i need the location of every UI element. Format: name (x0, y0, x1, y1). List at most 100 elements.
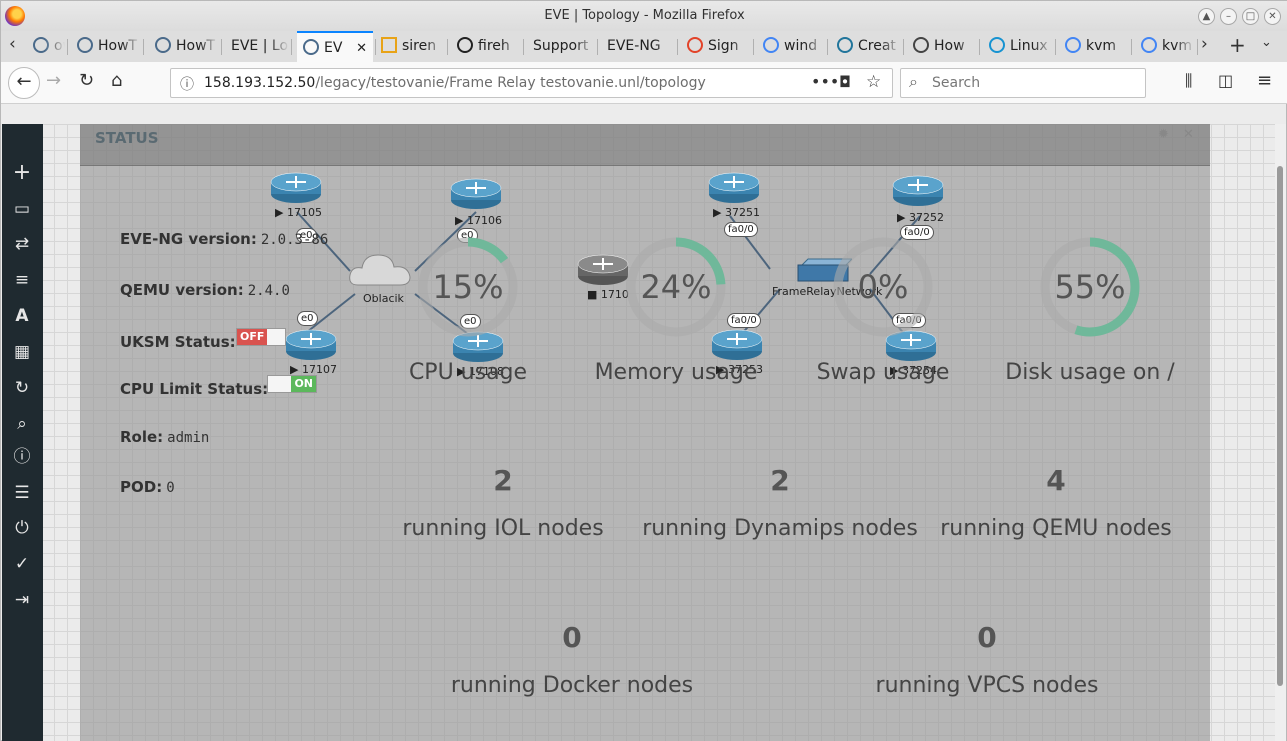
eve-sidebar: + ▭ ⇄ ≡ A ▦ ↻ ⌕ ⓘ ☰ ⏻ ✓ ⇥ (2, 124, 43, 741)
close-window-icon[interactable]: ✕ (1264, 8, 1281, 25)
pod-value: 0 (166, 480, 175, 496)
tab-12[interactable]: How (907, 31, 977, 62)
tab-separator (67, 39, 68, 55)
router-17105-icon[interactable] (270, 172, 322, 204)
tab-1[interactable]: HowT (71, 31, 141, 62)
tab-11[interactable]: Creat (831, 31, 901, 62)
minimize-icon[interactable]: – (1220, 8, 1237, 25)
cpu-limit-toggle[interactable]: ON (267, 375, 317, 393)
interface-label: e0 (297, 311, 318, 326)
info-icon[interactable]: ⓘ (11, 446, 33, 468)
logout-icon[interactable]: ⇥ (11, 589, 33, 611)
tab-3[interactable]: EVE | Lo (225, 31, 289, 62)
tabs-scroll-left-icon[interactable]: ‹ (9, 34, 16, 54)
tab-fade (269, 31, 289, 62)
count-value: 0 (977, 621, 997, 654)
cpu-limit-label: CPU Limit Status: (120, 380, 269, 398)
maximize-icon[interactable]: □ (1242, 8, 1259, 25)
tab-10[interactable]: wind (757, 31, 825, 62)
tab-fade (655, 31, 675, 62)
scrollbar-thumb[interactable] (1277, 166, 1283, 686)
lab-details-icon[interactable]: ☰ (11, 482, 33, 504)
qemu-version-row: QEMU version: 2.4.0 (120, 281, 290, 299)
tab-separator (1131, 39, 1132, 55)
topology-grid-icon[interactable]: ▦ (11, 341, 33, 363)
text-icon[interactable]: A (11, 305, 33, 327)
window-up-icon[interactable]: ▲ (1198, 8, 1215, 25)
search-input[interactable]: ⌕ Search (900, 68, 1146, 98)
tab-8[interactable]: EVE-NG (601, 31, 675, 62)
router-37252-icon[interactable] (892, 175, 944, 207)
zoom-icon[interactable]: ⌕ (11, 413, 33, 435)
page-actions-icon[interactable]: ••• (811, 72, 839, 91)
tab-6[interactable]: fireh (451, 31, 521, 62)
pod-row: POD: 0 (120, 478, 175, 496)
bookmark-star-icon[interactable]: ☆ (866, 72, 881, 92)
tab-2[interactable]: HowT (149, 31, 219, 62)
pocket-icon[interactable]: ◘ (839, 73, 851, 91)
count-value: 2 (493, 464, 513, 497)
tab-4[interactable]: EV ✕ (297, 31, 373, 62)
tab-5[interactable]: siren (375, 31, 445, 62)
new-tab-icon[interactable]: + (1229, 33, 1246, 57)
node-label: ▶ 37251 (713, 206, 760, 219)
tab-bar: ‹ owHowTHowTEVE | LoEV✕sirenfirehSupport… (1, 31, 1287, 62)
power-icon[interactable]: ⏻ (11, 517, 33, 539)
router-37251-icon[interactable] (708, 172, 760, 204)
tab-7[interactable]: Support (527, 31, 595, 62)
tab-fade (199, 31, 219, 62)
gauge-value: 15% (432, 268, 504, 306)
tab-separator (523, 39, 524, 55)
tab-9[interactable]: Sign (681, 31, 751, 62)
cloud-node-icon[interactable] (348, 251, 412, 289)
forward-button-icon[interactable]: → (46, 70, 61, 91)
count-label: running VPCS nodes (875, 673, 1099, 698)
firefox-window: EVE | Topology - Mozilla Firefox ▲ – □ ✕… (0, 0, 1287, 741)
lock-icon[interactable]: ✓ (11, 553, 33, 575)
sidebar-toggle-icon[interactable]: ◫ (1218, 71, 1233, 90)
reload-icon[interactable]: ↻ (79, 70, 94, 91)
node-label: ▶ 37252 (897, 211, 944, 224)
url-bar[interactable]: ⓘ 158.193.152.50/legacy/testovanie/Frame… (170, 68, 893, 98)
tab-0[interactable]: ow (27, 31, 65, 62)
refresh-icon[interactable]: ↻ (11, 377, 33, 399)
tab-fade (121, 31, 141, 62)
close-tab-icon[interactable]: ✕ (356, 33, 367, 62)
qemu-version-value: 2.4.0 (247, 283, 290, 299)
tab-separator (903, 39, 904, 55)
arch-icon (989, 37, 1005, 53)
eve-version-label: EVE-NG version: (120, 230, 257, 248)
role-value: admin (167, 430, 210, 446)
tab-fade (1033, 31, 1053, 62)
tab-separator (447, 39, 448, 55)
url-text[interactable]: 158.193.152.50/legacy/testovanie/Frame R… (204, 75, 706, 91)
search-icon: ⌕ (909, 72, 918, 91)
networks-icon[interactable]: ⇄ (11, 233, 33, 255)
menu-icon[interactable]: ≡ (1257, 70, 1272, 91)
library-icon[interactable]: ⫼ (1185, 71, 1192, 91)
tab-fade (1109, 31, 1129, 62)
tab-separator (827, 39, 828, 55)
gauge-label: CPU usage (408, 360, 528, 385)
tab-list-icon[interactable]: ⌄ (1261, 35, 1272, 50)
tab-15[interactable]: kvm (1135, 31, 1195, 62)
back-button-icon[interactable]: ← (8, 67, 40, 99)
tabs-scroll-right-icon[interactable]: › (1201, 34, 1208, 54)
tab-separator (753, 39, 754, 55)
add-icon[interactable]: + (11, 162, 33, 184)
site-info-icon[interactable]: ⓘ (180, 74, 194, 94)
page-scrollbar[interactable] (1275, 124, 1286, 741)
home-icon[interactable]: ⌂ (111, 70, 122, 91)
startup-configs-icon[interactable]: ≡ (11, 269, 33, 291)
gauge-label: Swap usage (816, 360, 950, 385)
tab-separator (221, 39, 222, 55)
count-value: 0 (562, 621, 582, 654)
uksm-toggle[interactable]: OFF (236, 328, 286, 346)
tab-13[interactable]: Linux (983, 31, 1053, 62)
nodes-icon[interactable]: ▭ (11, 198, 33, 220)
tab-14[interactable]: kvm (1059, 31, 1129, 62)
router-17107-icon[interactable] (285, 329, 337, 361)
gauge-value: 24% (640, 268, 712, 306)
router-17106-icon[interactable] (450, 178, 502, 210)
window-title: EVE | Topology - Mozilla Firefox (544, 8, 745, 23)
